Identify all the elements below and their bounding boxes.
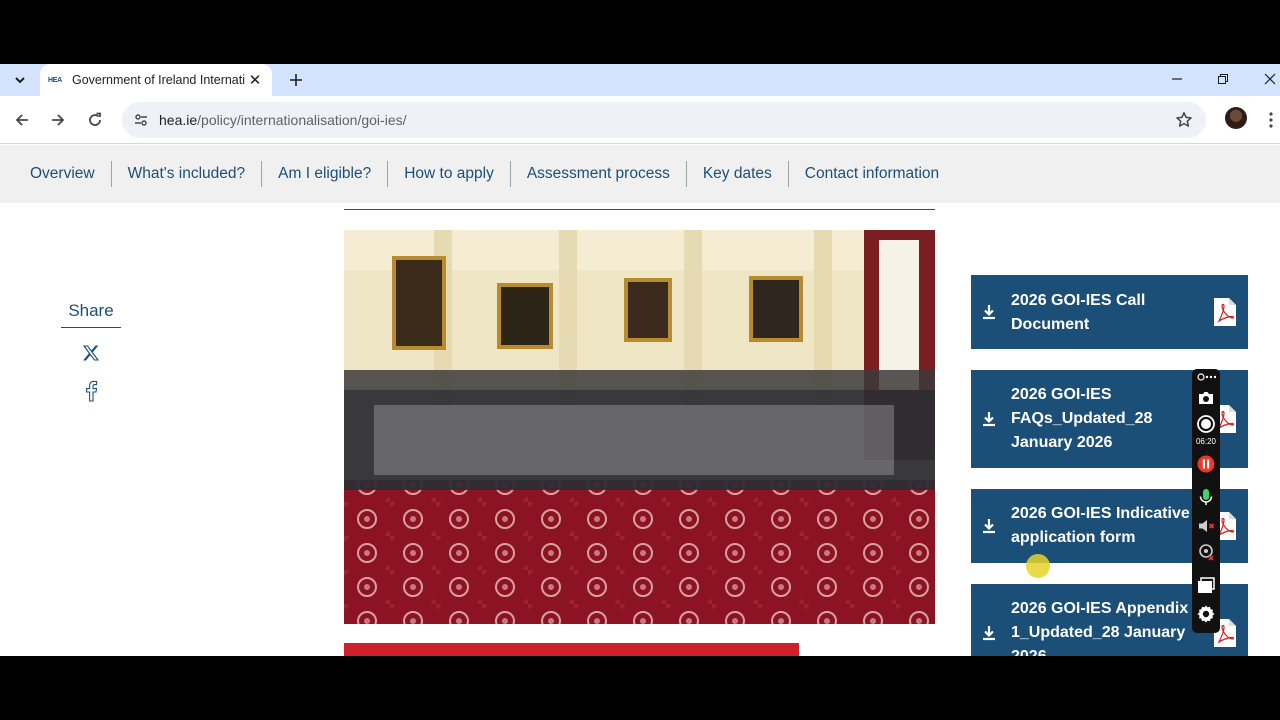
restore-button[interactable] <box>1200 64 1246 94</box>
nav-am-i-eligible[interactable]: Am I eligible? <box>261 161 387 187</box>
drag-handle-icon[interactable] <box>1196 371 1216 383</box>
reload-icon <box>89 112 101 126</box>
document-title: 2026 GOI-IES Call Document <box>1011 292 1146 333</box>
microphone-icon[interactable] <box>1196 487 1216 507</box>
content-divider <box>344 209 935 210</box>
bookmark-star-icon[interactable] <box>1172 108 1196 132</box>
document-title: 2026 GOI-IES Indicative application form <box>1011 505 1190 546</box>
record-icon[interactable] <box>1196 414 1216 434</box>
x-twitter-share-link[interactable] <box>81 341 101 365</box>
browser-toolbar: hea.ie/policy/internationalisation/goi-i… <box>0 96 1280 144</box>
more-menu-icon[interactable] <box>1262 106 1280 134</box>
pause-icon[interactable] <box>1196 454 1216 474</box>
group-photo <box>344 230 935 624</box>
page-content: Share 2026 GOI-IES Call Document 2026 GO… <box>0 203 1280 656</box>
nav-assessment-process[interactable]: Assessment process <box>509 161 686 187</box>
x-logo-icon <box>82 345 100 361</box>
tab-search-button[interactable] <box>8 69 32 91</box>
nav-how-to-apply[interactable]: How to apply <box>387 161 510 187</box>
url-domain: hea.ie <box>159 112 198 128</box>
minimize-button[interactable] <box>1154 64 1200 94</box>
chevron-down-icon <box>15 77 25 84</box>
plus-icon <box>290 74 302 86</box>
download-icon <box>983 412 995 427</box>
screen: HEA Government of Ireland Internati ✕ he… <box>0 0 1280 720</box>
browser-window: HEA Government of Ireland Internati ✕ he… <box>0 64 1280 656</box>
close-icon <box>1264 73 1276 85</box>
url-path: /policy/internationalisation/goi-ies/ <box>197 112 407 128</box>
download-icon <box>983 519 995 534</box>
document-card[interactable]: 2026 GOI-IES Call Document <box>971 275 1248 349</box>
new-tab-button[interactable] <box>284 68 308 92</box>
address-bar[interactable]: hea.ie/policy/internationalisation/goi-i… <box>122 102 1206 138</box>
gear-icon[interactable] <box>1196 604 1216 624</box>
tab-title: Government of Ireland Internati <box>72 73 246 87</box>
nav-key-dates[interactable]: Key dates <box>685 161 788 187</box>
nav-whats-included[interactable]: What's included? <box>110 161 262 187</box>
minimize-icon <box>1172 78 1182 80</box>
reload-button[interactable] <box>81 106 109 134</box>
arrow-right-icon <box>52 114 65 126</box>
nav-contact-information[interactable]: Contact information <box>787 161 955 187</box>
screen-recorder-toolbar: 06:20 <box>1192 369 1220 633</box>
mouse-cursor-highlight <box>1026 554 1050 578</box>
close-tab-icon[interactable]: ✕ <box>246 71 264 89</box>
document-title: 2026 GOI-IES Appendix 1_Updated_28 Janua… <box>1011 600 1189 656</box>
facebook-share-link[interactable] <box>81 379 101 403</box>
camera-icon[interactable] <box>1196 388 1216 408</box>
restore-icon <box>1218 74 1228 84</box>
page-section-nav: Overview What's included? Am I eligible?… <box>0 145 1280 203</box>
tab-strip: HEA Government of Ireland Internati ✕ <box>0 64 1280 96</box>
speaker-muted-icon[interactable] <box>1196 516 1216 536</box>
download-icon <box>983 626 995 641</box>
url-text: hea.ie/policy/internationalisation/goi-i… <box>159 112 407 128</box>
document-title: 2026 GOI-IES FAQs_Updated_28 January 202… <box>1011 386 1153 451</box>
site-settings-icon[interactable] <box>132 111 150 129</box>
pdf-file-icon <box>1214 298 1236 326</box>
red-banner <box>344 643 799 656</box>
close-window-button[interactable] <box>1247 64 1280 94</box>
back-button[interactable] <box>8 106 36 134</box>
screen-select-icon[interactable] <box>1196 576 1216 596</box>
facebook-logo-icon <box>86 380 98 402</box>
active-tab[interactable]: HEA Government of Ireland Internati ✕ <box>40 64 272 96</box>
recording-timer: 06:20 <box>1195 437 1217 446</box>
webcam-off-icon[interactable] <box>1196 542 1216 562</box>
arrow-left-icon <box>15 114 28 126</box>
download-icon <box>983 305 995 320</box>
profile-avatar[interactable] <box>1225 107 1247 129</box>
nav-overview[interactable]: Overview <box>14 161 111 187</box>
hea-favicon-icon: HEA <box>48 76 62 84</box>
forward-button[interactable] <box>44 106 72 134</box>
share-heading: Share <box>61 301 121 328</box>
